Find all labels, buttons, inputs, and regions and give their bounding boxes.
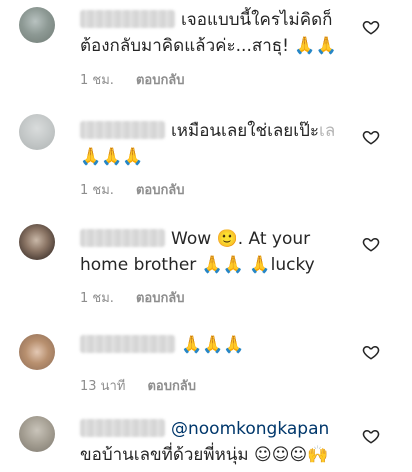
- comment-text: Wow 🙂. At your home brother 🙏🙏 🙏lucky: [80, 226, 365, 278]
- avatar[interactable]: [19, 7, 55, 43]
- blurred-username[interactable]: [80, 229, 165, 247]
- comment-meta: 1 ชม. ตอบกลับ: [80, 179, 185, 200]
- comment-line: 🙏🙏🙏: [80, 147, 144, 167]
- comment-line: ต้องกลับมาคิดแล้วค่ะ...สาธุ! 🙏🙏: [80, 36, 337, 56]
- blurred-username[interactable]: [80, 419, 165, 437]
- reply-button[interactable]: ตอบกลับ: [136, 179, 185, 200]
- comment-time: 13 นาที: [80, 379, 126, 394]
- comment-line: Wow 🙂. At your: [171, 229, 311, 249]
- comment-meta: 13 นาที ตอบกลับ: [80, 375, 196, 396]
- reply-button[interactable]: ตอบกลับ: [136, 69, 185, 90]
- truncated-text: เล: [319, 121, 336, 141]
- comment-text: 🙏🙏🙏: [80, 332, 365, 358]
- like-heart-icon[interactable]: [362, 235, 380, 253]
- comment-time: 1 ชม.: [80, 73, 114, 88]
- comment-text: @noomkongkapan ขอบ้านเลขที่ด้วยพี่หนุ่ม …: [80, 416, 365, 468]
- avatar[interactable]: [19, 114, 55, 150]
- comment-meta: 1 ชม. ตอบกลับ: [80, 287, 185, 308]
- comment-text: เจอแบบนี้ใครไม่คิดก็ ต้องกลับมาคิดแล้วค่…: [80, 7, 365, 59]
- comment-text: เหมือนเลยใช่เลยเป๊ะเล 🙏🙏🙏: [80, 118, 365, 170]
- comment-meta: 1 ชม. ตอบกลับ: [80, 69, 185, 90]
- reply-button[interactable]: ตอบกลับ: [147, 375, 196, 396]
- blurred-username[interactable]: [80, 121, 165, 139]
- blurred-username[interactable]: [80, 335, 175, 353]
- comment-line: home brother 🙏🙏 🙏lucky: [80, 255, 315, 275]
- like-heart-icon[interactable]: [362, 427, 380, 445]
- like-heart-icon[interactable]: [362, 343, 380, 361]
- reply-button[interactable]: ตอบกลับ: [136, 287, 185, 308]
- avatar[interactable]: [19, 334, 55, 370]
- comment-line: 🙏🙏🙏: [181, 335, 245, 355]
- comment-line: เหมือนเลยใช่เลยเป๊ะ: [171, 121, 320, 141]
- comment-line: ขอบ้านเลขที่ด้วยพี่หนุ่ม ☺☺☺🙌: [80, 445, 329, 465]
- like-heart-icon[interactable]: [362, 128, 380, 146]
- avatar[interactable]: [19, 416, 55, 452]
- comment-time: 1 ชม.: [80, 183, 114, 198]
- blurred-username[interactable]: [80, 10, 175, 28]
- mention-link[interactable]: @noomkongkapan: [171, 419, 329, 439]
- avatar[interactable]: [19, 224, 55, 260]
- like-heart-icon[interactable]: [362, 18, 380, 36]
- comment-line: เจอแบบนี้ใครไม่คิดก็: [181, 10, 333, 30]
- comment-time: 1 ชม.: [80, 291, 114, 306]
